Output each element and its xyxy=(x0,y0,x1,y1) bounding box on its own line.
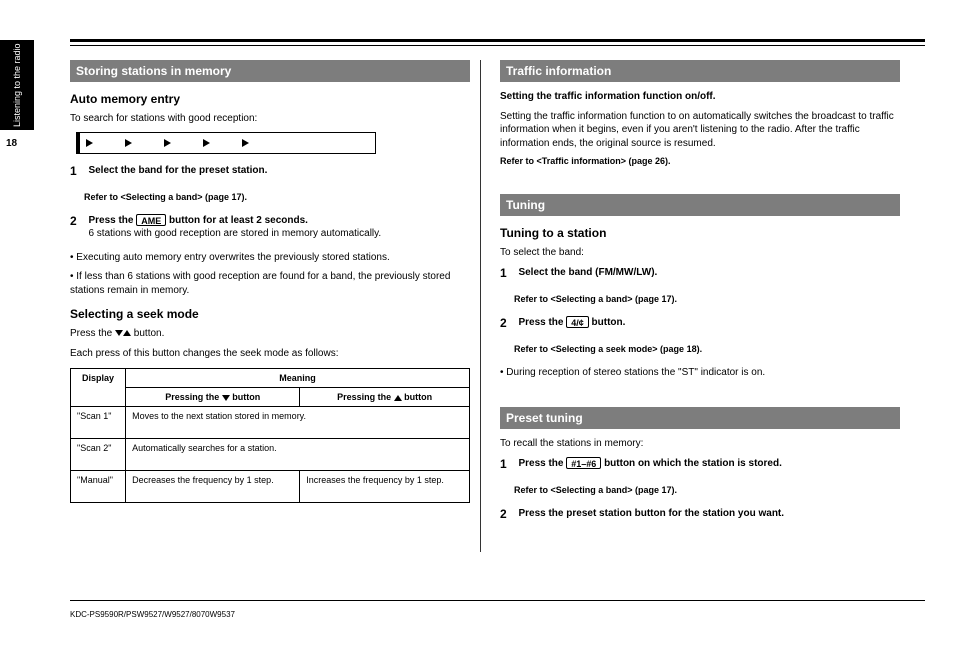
heading-preset-tuning: Preset tuning xyxy=(500,407,900,429)
chevron-down-icon xyxy=(115,330,123,336)
auto-ref-1: Refer to <Selecting a band> (page 17). xyxy=(84,192,470,202)
side-tab: Listening to the radio xyxy=(0,40,34,130)
search-progress-graphic xyxy=(76,132,376,154)
heading-traffic-info: Traffic information xyxy=(500,60,900,82)
table-row: "Manual" Decreases the frequency by 1 st… xyxy=(71,471,470,503)
auto-step-1: 1 Select the band for the preset station… xyxy=(70,164,470,182)
th-display: Display xyxy=(71,369,126,407)
heading-storing-stations: Storing stations in memory xyxy=(70,60,470,82)
table-row: "Scan 2" Automatically searches for a st… xyxy=(71,439,470,471)
th-up: Pressing the button xyxy=(300,388,470,407)
tuning-step-2: 2 Press the 4/¢ button. xyxy=(500,316,900,334)
table-row: "Scan 1" Moves to the next station store… xyxy=(71,407,470,439)
chevron-up-icon xyxy=(394,395,402,401)
auto-note-1: • Executing auto memory entry overwrites… xyxy=(70,251,470,265)
traffic-note: Setting the traffic information function… xyxy=(500,110,900,151)
footer-rule xyxy=(70,600,925,601)
auto-note-2: • If less than 6 stations with good rece… xyxy=(70,270,470,297)
chevron-up-icon xyxy=(123,330,131,336)
column-divider xyxy=(480,60,481,552)
seek-lead-2: Each press of this button changes the se… xyxy=(70,347,470,361)
traffic-ref: Refer to <Traffic information> (page 26)… xyxy=(500,156,900,166)
tuning-note: • During reception of stereo stations th… xyxy=(500,366,900,380)
top-rule-thin xyxy=(70,45,925,46)
tuning-lead: To select the band: xyxy=(500,246,900,260)
seek-lead: Press the button. xyxy=(70,327,470,341)
chevron-down-icon xyxy=(222,395,230,401)
tuning-ref-1: Refer to <Selecting a band> (page 17). xyxy=(514,294,900,304)
page-number: 18 xyxy=(6,138,17,149)
tuning-ref-2: Refer to <Selecting a seek mode> (page 1… xyxy=(514,344,900,354)
subhead-auto-memory: Auto memory entry xyxy=(70,92,470,106)
subhead-seek-mode: Selecting a seek mode xyxy=(70,307,470,321)
auto-memory-lead: To search for stations with good recepti… xyxy=(70,112,470,126)
tuning-step-1: 1 Select the band (FM/MW/LW). xyxy=(500,266,900,284)
preset-step-1: 1 Press the #1–#6 button on which the st… xyxy=(500,457,900,475)
footer-model: KDC-PS9590R/PSW9527/W9527/8070W9537 xyxy=(70,610,235,619)
traffic-lead: Setting the traffic information function… xyxy=(500,90,900,104)
heading-tuning: Tuning xyxy=(500,194,900,216)
th-meaning: Meaning xyxy=(126,369,470,388)
preset-key: #1–#6 xyxy=(566,457,601,469)
th-down: Pressing the button xyxy=(126,388,300,407)
preset-step-2: 2 Press the preset station button for th… xyxy=(500,507,900,525)
preset-ref: Refer to <Selecting a band> (page 17). xyxy=(514,485,900,495)
ame-key: AME xyxy=(136,214,166,226)
subhead-tuning-station: Tuning to a station xyxy=(500,226,900,240)
seek-key: 4/¢ xyxy=(566,316,589,328)
auto-step-2: 2 Press the AME button for at least 2 se… xyxy=(70,214,470,241)
top-rule-heavy xyxy=(70,39,925,42)
seek-mode-table: Display Meaning Pressing the button Pres… xyxy=(70,368,470,503)
preset-lead: To recall the stations in memory: xyxy=(500,437,900,451)
